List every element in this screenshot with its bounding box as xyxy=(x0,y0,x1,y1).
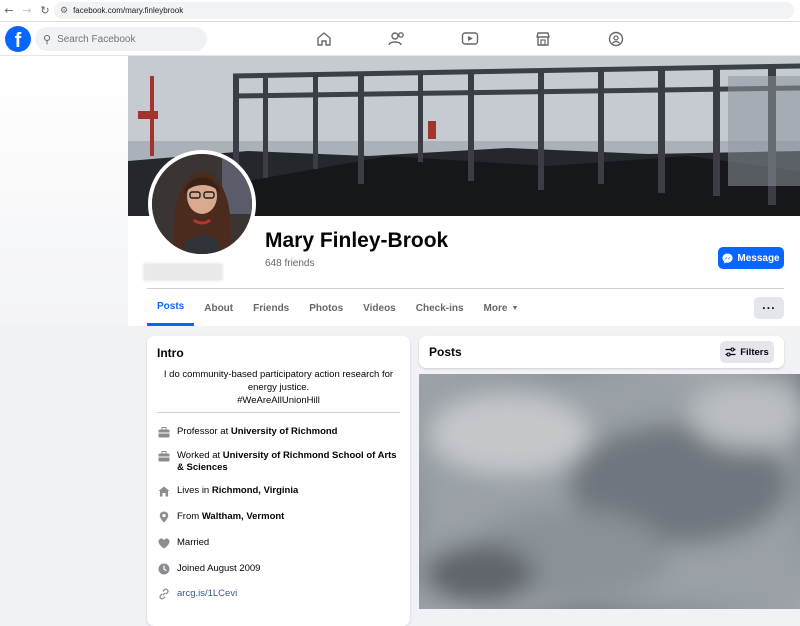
browser-toolbar: ← → ↻ ⚙ facebook.com/mary.finleybrook xyxy=(0,0,800,22)
facebook-header: f ⚲ xyxy=(0,22,800,56)
intro-from: From Waltham, Vermont xyxy=(157,511,402,523)
link-icon xyxy=(157,588,170,600)
groups-icon[interactable] xyxy=(604,27,628,51)
more-options-button[interactable]: ··· xyxy=(754,297,784,319)
back-icon[interactable]: ← xyxy=(0,4,18,17)
bio-line: energy justice. xyxy=(247,382,310,393)
caret-down-icon: ▼ xyxy=(511,304,519,312)
marketplace-icon[interactable] xyxy=(531,27,555,51)
filters-icon xyxy=(725,347,736,357)
intro-website: arcg.is/1LCevi xyxy=(157,588,402,600)
work-place[interactable]: University of Richmond xyxy=(231,426,338,437)
joined-date: Joined August 2009 xyxy=(177,563,261,574)
website-link[interactable]: arcg.is/1LCevi xyxy=(177,588,237,600)
intro-card: Intro I do community-based participatory… xyxy=(147,336,410,626)
tab-photos[interactable]: Photos xyxy=(299,290,353,326)
briefcase-icon xyxy=(157,426,170,438)
location-pin-icon xyxy=(157,511,170,523)
intro-work-past: Worked at University of Richmond School … xyxy=(157,450,402,474)
from-prefix: From xyxy=(177,511,202,522)
blurred-photo-illustration xyxy=(419,374,800,609)
lives-place[interactable]: Richmond, Virginia xyxy=(212,485,298,496)
address-bar[interactable]: ⚙ facebook.com/mary.finleybrook xyxy=(54,2,794,19)
profile-divider xyxy=(147,288,784,289)
intro-work-current: Professor at University of Richmond xyxy=(157,426,402,438)
from-place[interactable]: Waltham, Vermont xyxy=(202,511,285,522)
work-prefix: Professor at xyxy=(177,426,231,437)
message-button[interactable]: Message xyxy=(718,247,784,269)
message-button-label: Message xyxy=(737,252,780,264)
work-prefix: Worked at xyxy=(177,450,223,461)
profile-avatar[interactable] xyxy=(148,150,256,258)
messenger-icon xyxy=(722,252,733,264)
bio-hashtag[interactable]: #WeAreAllUnionHill xyxy=(157,394,400,407)
facebook-logo-icon[interactable]: f xyxy=(5,26,31,52)
posts-title: Posts xyxy=(429,345,462,359)
tab-videos[interactable]: Videos xyxy=(353,290,406,326)
filters-button[interactable]: Filters xyxy=(720,341,774,363)
reload-icon[interactable]: ↻ xyxy=(36,4,54,17)
intro-bio: I do community-based participatory actio… xyxy=(157,368,400,407)
bio-line: I do community-based participatory actio… xyxy=(163,369,394,380)
tab-more-label: More xyxy=(483,302,508,314)
home-icon[interactable] xyxy=(312,27,336,51)
tab-more[interactable]: More ▼ xyxy=(474,290,529,326)
profile-tabs: Posts About Friends Photos Videos Check-… xyxy=(147,290,528,326)
posts-header-card: Posts Filters xyxy=(419,336,784,368)
heart-icon xyxy=(157,537,170,549)
intro-lives-in: Lives in Richmond, Virginia xyxy=(157,485,402,497)
profile-name: Mary Finley-Brook xyxy=(265,229,449,252)
clock-icon xyxy=(157,563,170,575)
site-info-icon[interactable]: ⚙ xyxy=(60,6,68,16)
friends-icon[interactable] xyxy=(385,27,409,51)
page-background xyxy=(0,56,128,326)
filters-label: Filters xyxy=(740,346,769,358)
search-icon: ⚲ xyxy=(43,32,52,46)
intro-title: Intro xyxy=(157,346,184,360)
intro-relationship: Married xyxy=(157,537,402,549)
post-image-blurred[interactable] xyxy=(419,374,800,609)
main-nav xyxy=(300,27,640,51)
search-input[interactable] xyxy=(57,33,198,45)
briefcase-icon xyxy=(157,450,170,462)
intro-joined: Joined August 2009 xyxy=(157,563,402,575)
address-bar-url: facebook.com/mary.finleybrook xyxy=(73,6,184,15)
tab-posts[interactable]: Posts xyxy=(147,290,195,326)
tab-friends[interactable]: Friends xyxy=(243,290,299,326)
avatar-illustration xyxy=(152,154,252,254)
house-icon xyxy=(157,485,170,497)
blurred-detail xyxy=(143,263,223,281)
intro-divider xyxy=(157,412,400,413)
search-box[interactable]: ⚲ xyxy=(35,27,207,51)
relationship-status: Married xyxy=(177,537,210,548)
watch-icon[interactable] xyxy=(458,27,482,51)
tab-check-ins[interactable]: Check-ins xyxy=(406,290,474,326)
tab-about[interactable]: About xyxy=(194,290,243,326)
forward-icon[interactable]: → xyxy=(18,4,36,17)
lives-prefix: Lives in xyxy=(177,485,212,496)
friends-count[interactable]: 648 friends xyxy=(265,258,314,269)
